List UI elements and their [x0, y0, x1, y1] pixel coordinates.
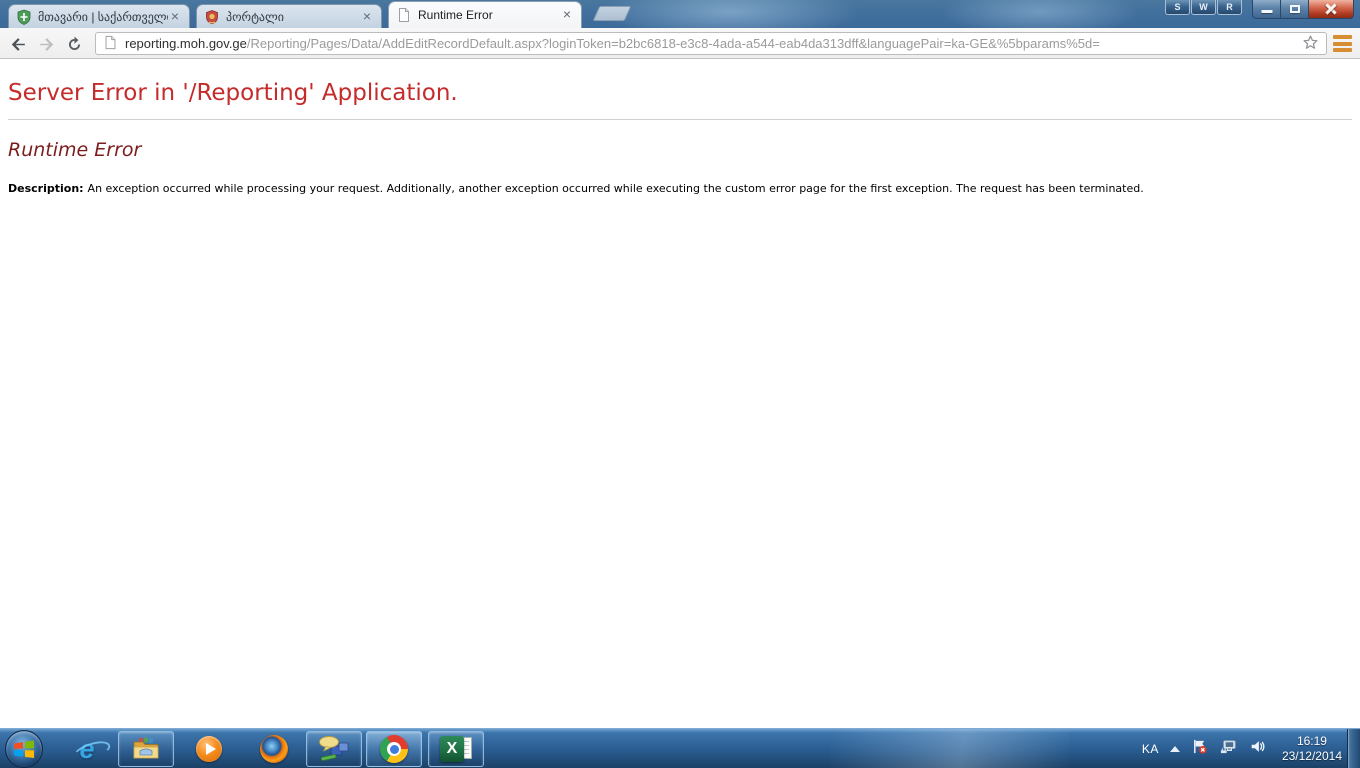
close-icon[interactable]: × — [560, 8, 574, 22]
back-arrow-icon — [9, 35, 28, 54]
minimize-icon — [1261, 10, 1272, 13]
forward-arrow-icon — [37, 35, 56, 54]
s-button[interactable]: S — [1165, 0, 1190, 15]
taskbar-excel[interactable]: X — [428, 731, 484, 767]
hidden-icons-arrow[interactable] — [1170, 746, 1180, 752]
page-content: Server Error in '/Reporting' Application… — [0, 60, 1360, 728]
back-button[interactable] — [6, 32, 30, 56]
error-subtitle: Runtime Error — [8, 139, 1352, 161]
georgia-coat-of-arms-icon — [204, 9, 220, 25]
r-button[interactable]: R — [1217, 0, 1242, 15]
taskbar-internet-explorer[interactable]: e — [62, 731, 112, 767]
divider — [8, 119, 1352, 120]
action-center-flag-icon[interactable] — [1191, 738, 1208, 760]
taskbar-firefox[interactable] — [248, 731, 300, 767]
maximize-button[interactable] — [1281, 0, 1309, 19]
window-controls: S W R — [1164, 0, 1354, 19]
network-icon[interactable] — [1219, 738, 1238, 760]
system-tray: KA 16:19 23/12/2014 — [1142, 729, 1342, 768]
taskbar-windows-explorer[interactable] — [118, 731, 174, 767]
titlebar-glow — [600, 0, 860, 28]
url-domain: reporting.moh.gov.ge — [125, 36, 247, 51]
close-window-button[interactable] — [1309, 0, 1354, 19]
media-player-icon — [196, 736, 222, 762]
volume-icon[interactable] — [1249, 738, 1267, 760]
excel-x-badge: X — [440, 736, 464, 762]
maximize-icon — [1290, 5, 1300, 13]
url-path: /Reporting/Pages/Data/AddEditRecordDefau… — [247, 36, 1298, 51]
browser-toolbar: reporting.moh.gov.ge /Reporting/Pages/Da… — [0, 28, 1360, 59]
chrome-menu-button[interactable] — [1330, 34, 1355, 53]
firefox-icon — [260, 735, 288, 763]
bookmark-star-icon[interactable] — [1302, 34, 1322, 54]
tab-runtime-error[interactable]: Runtime Error × — [388, 1, 582, 28]
taskbar-media-player[interactable] — [184, 731, 234, 767]
close-icon[interactable]: × — [168, 10, 182, 24]
address-bar[interactable]: reporting.moh.gov.ge /Reporting/Pages/Da… — [95, 32, 1327, 55]
forward-button[interactable] — [34, 32, 58, 56]
document-page-icon — [396, 7, 412, 23]
browser-titlebar: მთავარი | საქართველო × პორტალი × Runtime… — [0, 0, 1360, 28]
communicator-icon — [318, 735, 350, 763]
page-icon — [104, 35, 118, 53]
taskbar-glass-streak — [830, 729, 1070, 768]
titlebar-extra-buttons: S W R — [1164, 0, 1242, 15]
clock-time: 16:19 — [1282, 734, 1342, 749]
clock-date: 23/12/2014 — [1282, 749, 1342, 764]
hamburger-icon — [1333, 35, 1352, 39]
chrome-icon — [380, 735, 408, 763]
internet-explorer-icon: e — [79, 736, 94, 763]
taskbar-communicator[interactable] — [306, 731, 362, 767]
excel-icon: X — [440, 735, 472, 763]
new-tab-button[interactable] — [593, 6, 632, 21]
show-desktop-button[interactable] — [1347, 729, 1360, 768]
windows-logo-icon — [13, 740, 35, 758]
description-label: Description: — [8, 182, 84, 195]
error-page-title: Server Error in '/Reporting' Application… — [8, 80, 1352, 106]
tab-title: პორტალი — [226, 10, 360, 24]
chrome-icon-core — [387, 742, 401, 756]
reload-button[interactable] — [62, 32, 86, 56]
windows-taskbar: e X — [0, 728, 1360, 768]
close-icon[interactable]: × — [360, 10, 374, 24]
georgia-health-emblem-icon — [16, 9, 32, 25]
taskbar-clock[interactable]: 16:19 23/12/2014 — [1282, 734, 1342, 764]
tab-title: Runtime Error — [418, 8, 560, 22]
error-description: Description: An exception occurred while … — [8, 182, 1352, 195]
reload-icon — [65, 35, 84, 54]
tab-title: მთავარი | საქართველო — [38, 10, 168, 24]
tab-portal[interactable]: პორტალი × — [196, 4, 382, 28]
start-button[interactable] — [5, 730, 43, 768]
tab-home-georgia[interactable]: მთავარი | საქართველო × — [8, 4, 190, 28]
minimize-button[interactable] — [1252, 0, 1281, 19]
w-button[interactable]: W — [1191, 0, 1216, 15]
language-indicator[interactable]: KA — [1142, 742, 1159, 756]
taskbar-chrome[interactable] — [366, 731, 422, 767]
description-text: An exception occurred while processing y… — [88, 182, 1144, 195]
hamburger-icon — [1333, 48, 1352, 52]
folder-icon — [131, 736, 161, 762]
hamburger-icon — [1333, 42, 1352, 46]
titlebar-glow — [940, 0, 1140, 28]
